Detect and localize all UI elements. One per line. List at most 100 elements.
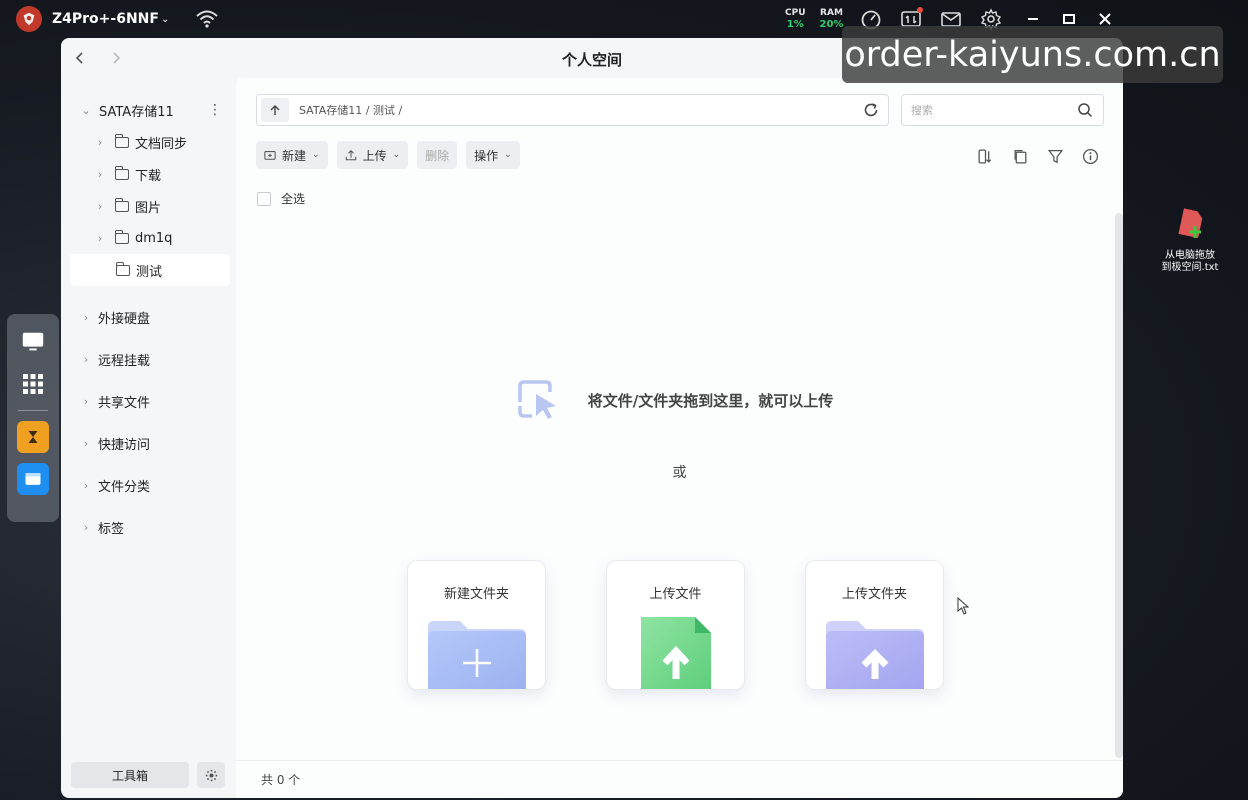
upload-button[interactable]: 上传 ⌄	[336, 141, 409, 169]
sidebar-section-external[interactable]: › 外接硬盘	[61, 296, 236, 338]
delete-button[interactable]: 删除	[417, 141, 458, 169]
text-file-icon	[1178, 208, 1203, 239]
sidebar-item-label: 图片	[135, 200, 162, 216]
chevron-right-icon[interactable]: ›	[93, 232, 107, 245]
file-manager-icon[interactable]	[17, 463, 49, 495]
status-bar: 共 0 个	[236, 760, 1123, 798]
select-all-label: 全选	[281, 192, 306, 206]
new-folder-icon	[264, 151, 276, 160]
desktop-file-name-line1: 从电脑拖放	[1165, 250, 1215, 261]
folder-icon	[115, 229, 129, 244]
chevron-right-icon[interactable]: ›	[79, 353, 93, 366]
search-box	[901, 94, 1104, 126]
sort-icon[interactable]	[977, 148, 994, 165]
search-icon[interactable]	[1077, 102, 1093, 118]
more-icon[interactable]: ⋮	[208, 102, 222, 118]
chevron-down-icon: ⌄	[392, 150, 401, 160]
settings-gear-icon[interactable]	[197, 762, 225, 788]
select-all[interactable]: 全选	[257, 190, 305, 207]
sidebar: ⌄ SATA存储11 ⋮ › 文档同步 › 下载 › 图片 › dm1q 测试	[61, 78, 236, 798]
sidebar-item-label: dm1q	[135, 230, 173, 246]
sidebar-section-label: 远程挂载	[98, 353, 151, 369]
desktop-file[interactable]: 从电脑拖放 到极空间.txt	[1160, 206, 1220, 274]
sidebar-item-docsync[interactable]: › 文档同步	[61, 126, 236, 158]
folder-plus-icon	[428, 621, 526, 689]
card-label: 上传文件	[649, 587, 702, 602]
sidebar-item-label: 文档同步	[135, 136, 188, 152]
card-label: 新建文件夹	[443, 587, 509, 602]
mouse-cursor-icon	[957, 597, 969, 615]
ram-label: RAM	[820, 8, 843, 18]
drop-hint: 将文件/文件夹拖到这里，就可以上传	[587, 391, 834, 410]
sidebar-section-remote[interactable]: › 远程挂载	[61, 338, 236, 380]
cpu-label: CPU	[785, 8, 806, 18]
chevron-right-icon[interactable]: ›	[93, 136, 107, 149]
quick-action-cards: 新建文件夹 上传文件 上传文件夹	[407, 560, 944, 690]
upload-icon	[345, 149, 356, 161]
sidebar-section-category[interactable]: › 文件分类	[61, 464, 236, 506]
apps-grid-icon[interactable]	[17, 368, 49, 400]
sidebar-item-test[interactable]: 测试	[70, 254, 230, 286]
sidebar-footer: 工具箱	[71, 762, 225, 788]
cpu-stat[interactable]: CPU 1%	[785, 8, 806, 30]
sidebar-item-download[interactable]: › 下载	[61, 158, 236, 190]
chevron-right-icon[interactable]: ›	[79, 311, 93, 324]
chevron-down-icon[interactable]: ⌄	[79, 104, 93, 117]
filter-icon[interactable]	[1047, 148, 1064, 165]
ram-stat[interactable]: RAM 20%	[820, 8, 844, 30]
wifi-icon[interactable]	[195, 9, 219, 29]
upload-folder-card[interactable]: 上传文件夹	[805, 560, 944, 690]
copy-icon[interactable]	[1012, 148, 1029, 165]
sidebar-root-storage[interactable]: ⌄ SATA存储11 ⋮	[61, 94, 236, 126]
watermark: order-kaiyuns.com.cn	[842, 26, 1223, 83]
chevron-down-icon: ⌄	[312, 150, 320, 160]
sidebar-section-shared[interactable]: › 共享文件	[61, 380, 236, 422]
select-all-checkbox[interactable]	[257, 191, 271, 206]
upload-file-card[interactable]: 上传文件	[606, 560, 745, 690]
folder-icon	[115, 133, 129, 148]
desktop-file-name-line2: 到极空间.txt	[1161, 262, 1219, 273]
scrollbar[interactable]	[1115, 213, 1123, 758]
sidebar-section-quick[interactable]: › 快捷访问	[61, 422, 236, 464]
drop-zone[interactable]: 将文件/文件夹拖到这里，就可以上传 或	[236, 378, 1123, 482]
sidebar-item-label: 测试	[136, 264, 163, 280]
chevron-right-icon[interactable]: ›	[79, 395, 93, 408]
item-count: 共 0 个	[261, 773, 301, 787]
new-button-label: 新建	[282, 148, 307, 163]
chevron-right-icon[interactable]: ›	[79, 437, 93, 450]
chevron-right-icon[interactable]: ›	[93, 168, 107, 181]
operate-button[interactable]: 操作 ⌄	[466, 141, 520, 169]
chevron-right-icon[interactable]: ›	[93, 200, 107, 213]
upload-button-label: 上传	[362, 148, 387, 163]
new-button[interactable]: 新建 ⌄	[256, 141, 328, 169]
main-content: SATA存储11 / 测试 / 新建 ⌄ 上传 ⌄ 删除 操作 ⌄	[236, 78, 1123, 798]
or-text: 或	[672, 465, 687, 481]
monitor-icon[interactable]	[17, 326, 49, 358]
chevron-right-icon[interactable]: ›	[79, 479, 93, 492]
chevron-right-icon[interactable]: ›	[79, 521, 93, 534]
sidebar-section-label: 文件分类	[98, 479, 151, 495]
app-logo-icon[interactable]	[16, 6, 42, 32]
app-orange-icon[interactable]	[17, 421, 49, 453]
action-toolbar: 新建 ⌄ 上传 ⌄ 删除 操作 ⌄	[256, 141, 520, 169]
refresh-icon[interactable]	[862, 101, 880, 119]
drag-drop-icon	[518, 380, 556, 419]
sidebar-item-pictures[interactable]: › 图片	[61, 190, 236, 222]
device-name[interactable]: Z4Pro+-6NNF	[52, 11, 159, 27]
chevron-down-icon[interactable]: ⌄	[161, 14, 169, 25]
dock-divider	[18, 410, 48, 411]
folder-icon	[115, 165, 129, 180]
info-icon[interactable]	[1082, 148, 1099, 165]
operate-button-label: 操作	[474, 148, 499, 163]
chevron-down-icon: ⌄	[504, 150, 512, 160]
up-arrow-icon[interactable]	[261, 98, 289, 122]
ram-value: 20%	[819, 19, 844, 30]
search-input[interactable]	[911, 103, 1071, 117]
breadcrumb[interactable]: SATA存储11 / 测试 /	[299, 102, 402, 118]
sidebar-section-tags[interactable]: › 标签	[61, 506, 236, 548]
sidebar-item-dm1q[interactable]: › dm1q	[61, 222, 236, 254]
new-folder-card[interactable]: 新建文件夹	[407, 560, 546, 690]
folder-upload-icon	[826, 621, 924, 689]
toolbox-button[interactable]: 工具箱	[71, 762, 189, 788]
sidebar-section-label: 快捷访问	[98, 437, 151, 453]
